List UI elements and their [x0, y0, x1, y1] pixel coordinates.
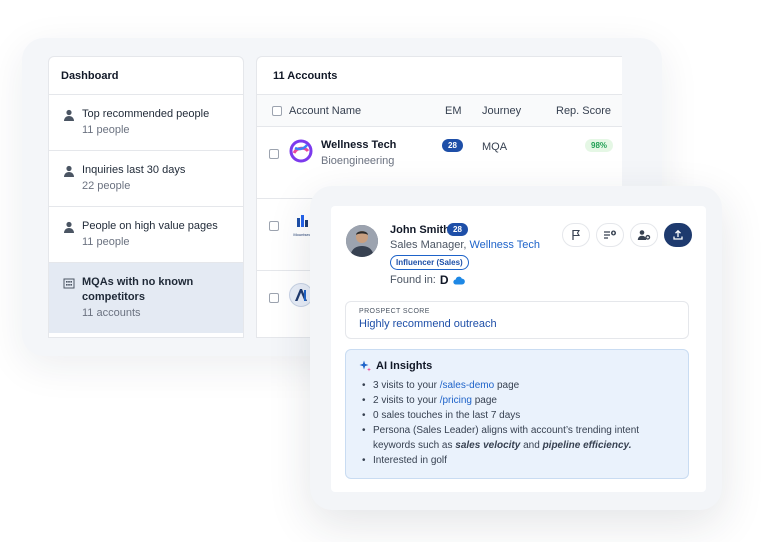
building-icon: [63, 278, 75, 289]
insight-text: page: [494, 380, 520, 391]
rep-score-badge: 98%: [585, 139, 614, 152]
ai-insights-box: AI Insights 3 visits to your /sales-demo…: [345, 349, 689, 479]
row-checkbox[interactable]: [269, 293, 279, 303]
ai-insights-header: AI Insights: [359, 360, 675, 372]
cloud-source-icon[interactable]: [452, 276, 465, 285]
column-em[interactable]: EM: [445, 105, 462, 117]
row-checkbox[interactable]: [269, 149, 279, 159]
list-item: Interested in golf: [359, 453, 675, 468]
prospect-score-box: PROSPECT SCORE Highly recommend outreach: [345, 301, 689, 339]
sales-demo-link[interactable]: /sales-demo: [440, 380, 494, 391]
insights-list: 3 visits to your /sales-demo page 2 visi…: [359, 378, 675, 468]
column-journey[interactable]: Journey: [482, 105, 521, 117]
person-icon: [64, 165, 74, 177]
person-title: Sales Manager,: [390, 239, 467, 251]
dashboard-item-mqas[interactable]: MQAs with no known competitors 11 accoun…: [49, 263, 243, 333]
company-link[interactable]: Wellness Tech: [470, 239, 541, 251]
insight-text: 2 visits to your: [373, 395, 440, 406]
dashboard-item-title: MQAs with no known competitors: [82, 276, 194, 303]
list-item: 3 visits to your /sales-demo page: [359, 378, 675, 393]
account-industry: Bioengineering: [321, 155, 395, 167]
add-to-list-button[interactable]: [596, 223, 624, 247]
person-role: Sales Manager, Wellness Tech: [390, 239, 540, 251]
add-contact-button[interactable]: [630, 223, 658, 247]
keyword-sales-velocity: sales velocity: [455, 440, 521, 451]
person-em-badge: 28: [447, 223, 468, 236]
dashboard-item-title: Inquiries last 30 days: [82, 164, 186, 176]
wellness-tech-logo-mark: [289, 139, 313, 163]
persona-tag: Influencer (Sales): [390, 255, 469, 270]
person-icon: [64, 109, 74, 121]
insight-text: 3 visits to your: [373, 380, 440, 391]
select-all-checkbox[interactable]: [272, 106, 282, 116]
found-in: Found in: D: [390, 273, 465, 287]
dashboard-item-count: 11 people: [82, 236, 130, 248]
account-name[interactable]: Wellness Tech: [321, 139, 396, 151]
avatar: [346, 225, 378, 257]
dashboard-item-inquiries[interactable]: Inquiries last 30 days 22 people: [49, 151, 243, 207]
wellness-tech-logo: [289, 139, 313, 163]
journey-value: MQA: [482, 141, 508, 153]
dashboard-item-title: Top recommended people: [82, 108, 210, 120]
row-checkbox[interactable]: [269, 221, 279, 231]
dashboard-item-count: 11 accounts: [82, 307, 141, 319]
insight-text: page: [471, 395, 497, 406]
d-source-icon[interactable]: D: [440, 273, 449, 287]
ai-insights-title: AI Insights: [376, 360, 433, 372]
dashboard-item-count: 11 people: [82, 124, 130, 136]
flag-button[interactable]: [562, 223, 590, 247]
accounts-title: 11 Accounts: [257, 57, 622, 95]
column-account-name[interactable]: Account Name: [289, 105, 361, 117]
upload-icon: [673, 229, 683, 240]
dashboard-item-count: 22 people: [82, 180, 131, 192]
avatar-image: [346, 225, 378, 257]
list-item: 0 sales touches in the last 7 days: [359, 408, 675, 423]
ai-circle-logo-mark: [295, 289, 307, 301]
em-badge: 28: [442, 139, 463, 152]
found-in-label: Found in:: [390, 274, 436, 286]
mountsec-logo-mark: [297, 215, 308, 227]
keyword-pipeline-efficiency: pipeline efficiency.: [542, 440, 632, 451]
accounts-table-header: Account Name EM Journey Rep. Score: [257, 95, 622, 127]
dashboard-title: Dashboard: [49, 57, 243, 95]
user-add-icon: [637, 230, 651, 240]
column-rep-score[interactable]: Rep. Score: [556, 105, 611, 117]
prospect-score-label: PROSPECT SCORE: [359, 308, 430, 315]
prospect-score-value: Highly recommend outreach: [359, 318, 497, 330]
export-button[interactable]: [664, 223, 692, 247]
dashboard-item-top-recommended[interactable]: Top recommended people 11 people: [49, 95, 243, 151]
list-item: 2 visits to your /pricing page: [359, 393, 675, 408]
list-add-icon: [604, 230, 616, 239]
pricing-link[interactable]: /pricing: [440, 395, 472, 406]
dashboard-panel: Dashboard Top recommended people 11 peop…: [48, 56, 244, 338]
flag-icon: [572, 229, 580, 240]
person-icon: [64, 221, 74, 233]
person-name[interactable]: John Smith: [390, 224, 450, 236]
insight-text: and: [520, 440, 543, 451]
dashboard-item-high-value-pages[interactable]: People on high value pages 11 people: [49, 207, 243, 263]
dashboard-item-title: People on high value pages: [82, 220, 218, 232]
sparkle-icon: [359, 360, 371, 372]
profile-card: John Smith 28 Sales Manager, Wellness Te…: [331, 206, 706, 492]
list-item: Persona (Sales Leader) aligns with accou…: [359, 423, 675, 453]
